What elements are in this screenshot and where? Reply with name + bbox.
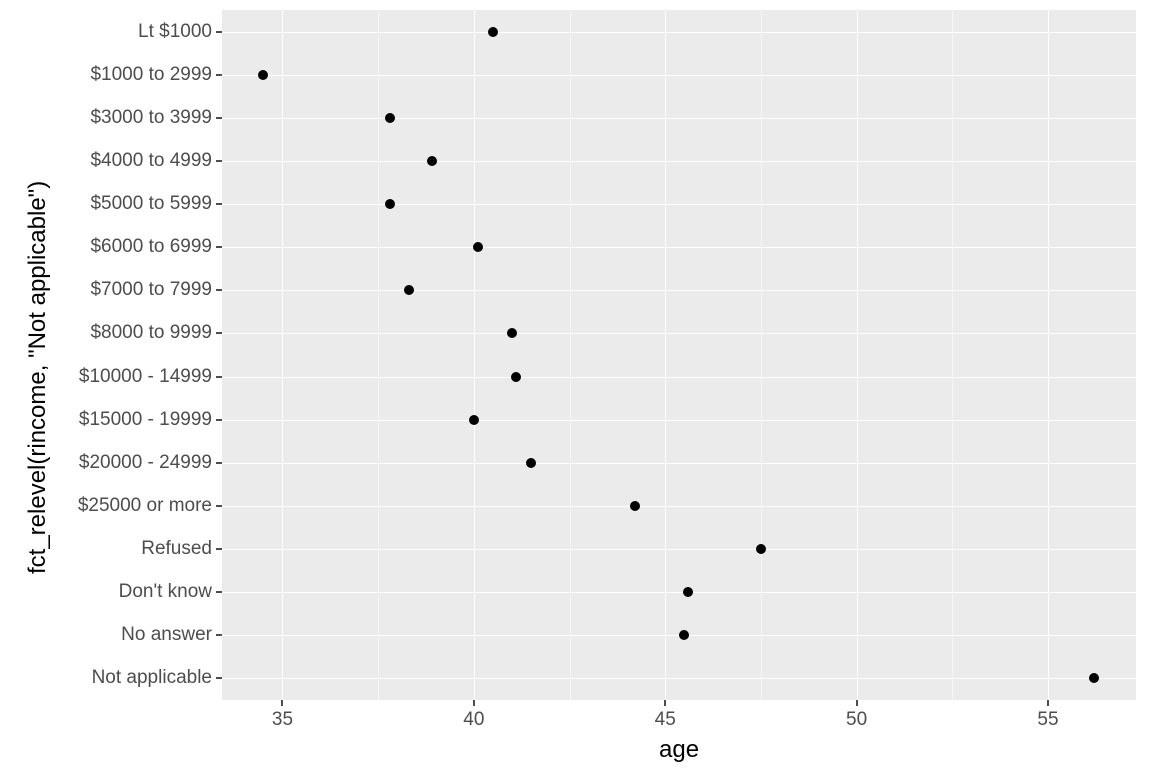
gridline-h [222,75,1136,76]
gridline-v [474,10,475,700]
gridline-v-minor [952,10,953,700]
y-tick-mark [216,203,222,205]
gridline-h [222,247,1136,248]
plot-panel [222,10,1136,700]
gridline-h [222,118,1136,119]
data-point [385,113,395,123]
y-tick-label: $8000 to 9999 [90,322,212,344]
gridline-h [222,333,1136,334]
y-tick-mark [216,677,222,679]
x-tick-label: 40 [463,709,484,731]
gridline-h [222,161,1136,162]
gridline-v [282,10,283,700]
x-tick-mark [473,700,475,706]
y-tick-mark [216,591,222,593]
gridline-h [222,290,1136,291]
data-point [511,372,521,382]
y-tick-mark [216,548,222,550]
x-tick-label: 55 [1037,709,1058,731]
gridline-h [222,678,1136,679]
y-tick-mark [216,505,222,507]
x-tick-mark [281,700,283,706]
data-point [1089,673,1099,683]
y-tick-mark [216,462,222,464]
x-axis-title: age [659,736,699,764]
y-tick-label: Not applicable [92,667,212,689]
gridline-h [222,463,1136,464]
gridline-h [222,506,1136,507]
x-tick-mark [856,700,858,706]
y-tick-mark [216,376,222,378]
data-point [683,587,693,597]
y-tick-label: $3000 to 3999 [90,107,212,129]
y-tick-mark [216,634,222,636]
y-tick-mark [216,31,222,33]
gridline-v-minor [761,10,762,700]
y-tick-mark [216,289,222,291]
y-tick-label: $20000 - 24999 [79,452,212,474]
y-tick-label: Don't know [119,581,212,603]
gridline-v [665,10,666,700]
y-tick-label: $5000 to 5999 [90,193,212,215]
gridline-h [222,377,1136,378]
x-tick-label: 50 [846,709,867,731]
x-tick-mark [1047,700,1049,706]
gridline-h [222,420,1136,421]
x-tick-label: 35 [272,709,293,731]
y-tick-label: $25000 or more [78,495,212,517]
data-point [404,285,414,295]
gridline-v-minor [378,10,379,700]
data-point [630,501,640,511]
gridline-h [222,32,1136,33]
x-tick-label: 45 [655,709,676,731]
y-tick-label: $6000 to 6999 [90,236,212,258]
y-tick-mark [216,160,222,162]
gridline-v-minor [570,10,571,700]
gridline-h [222,592,1136,593]
y-tick-label: $15000 - 19999 [79,409,212,431]
y-tick-label: $4000 to 4999 [90,150,212,172]
y-tick-mark [216,332,222,334]
y-tick-label: $10000 - 14999 [79,366,212,388]
y-tick-mark [216,74,222,76]
data-point [526,458,536,468]
y-axis-title: fct_relevel(rincome, "Not applicable") [24,180,52,573]
data-point [469,415,479,425]
data-point [488,27,498,37]
data-point [258,70,268,80]
gridline-v [857,10,858,700]
y-tick-mark [216,246,222,248]
y-tick-label: $7000 to 7999 [90,279,212,301]
gridline-v [1048,10,1049,700]
data-point [385,199,395,209]
gridline-h [222,549,1136,550]
chart-root: age fct_relevel(rincome, "Not applicable… [0,0,1152,768]
y-tick-label: $1000 to 2999 [90,64,212,86]
y-tick-mark [216,419,222,421]
y-tick-label: No answer [121,624,212,646]
data-point [473,242,483,252]
data-point [507,328,517,338]
data-point [679,630,689,640]
gridline-h [222,204,1136,205]
y-tick-label: Refused [141,538,212,560]
data-point [427,156,437,166]
y-tick-mark [216,117,222,119]
y-tick-label: Lt $1000 [138,21,212,43]
data-point [756,544,766,554]
x-tick-mark [664,700,666,706]
